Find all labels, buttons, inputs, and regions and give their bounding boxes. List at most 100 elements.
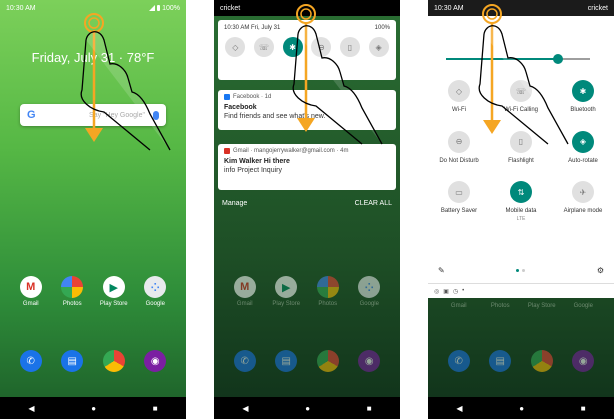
app-label: Gmail [450,303,467,309]
wifi-icon: ◇ [448,80,470,102]
quick-tile-airplane-mode[interactable]: ✈ Airplane mode [552,181,614,222]
home-icon[interactable]: ● [305,404,310,413]
app-label: Play Store [527,303,556,309]
app-gmail[interactable]: M Gmail [14,276,48,307]
notification-icons-strip: ◎ ▣ ◷ • [428,283,614,298]
app-photos[interactable]: Photos [483,300,517,309]
dock: ✆ ▤ ◉ [214,350,400,372]
quick-tile-battery-saver[interactable]: ▭ Battery Saver [428,181,490,222]
quick-tile-mobile-data[interactable]: ⇅ Mobile data LTE [490,181,552,222]
home-icon[interactable]: ● [519,404,524,413]
app-row: Gmail Photos Play Store Google [428,300,614,309]
home-icon[interactable]: ● [91,404,96,413]
quick-tile-flashlight[interactable]: ▯ Flashlight [490,130,552,166]
recents-icon[interactable]: ■ [367,404,372,413]
flashlight-icon[interactable]: ▯ [339,37,360,57]
page-indicator [516,269,526,272]
camera-icon[interactable]: ◉ [144,350,167,372]
edit-icon[interactable]: ✎ [438,266,445,275]
play-store-icon: ▶ [102,276,125,298]
camera-icon[interactable]: ◉ [572,350,595,372]
date-weather: Friday, July 31 · 78°F [31,50,155,65]
tile-label: Wi-Fi Calling [503,107,538,113]
quick-settings-expanded: 10:30 AM cricket ◇ Wi-Fi ☏ Wi-Fi Calling ✱ Blu… [428,0,614,283]
quick-tile-do-not-disturb[interactable]: ⊖ Do Not Disturb [428,130,490,166]
phone-icon[interactable]: ✆ [233,350,256,372]
tile-label: Battery Saver [440,208,478,214]
photos-icon [316,276,339,298]
mobile-data-icon: ⇅ [510,181,532,203]
carrier-bar: cricket [214,0,400,16]
nav-bar: ◀ ● ■ [214,397,400,419]
auto-rotate-icon[interactable]: ◈ [368,37,389,57]
app-photos[interactable]: Photos [311,276,345,307]
quick-tiles-grid: ◇ Wi-Fi ☏ Wi-Fi Calling ✱ Bluetooth ⊖ Do Not Di… [428,80,614,222]
dnd-icon[interactable]: ⊖ [311,37,332,57]
notification-source: Gmail · mangojerrywalker@gmail.com · 4m [233,148,349,154]
tile-label: Bluetooth [570,107,596,113]
back-icon[interactable]: ◀ [242,404,248,413]
chrome-icon[interactable] [530,350,553,372]
status-bar: 10:30 AM 100% [0,0,186,16]
notification-small-icon: • [462,288,465,294]
dock: ✆ ▤ ◉ [428,350,614,372]
phone-icon[interactable]: ✆ [19,350,42,372]
recents-icon[interactable]: ■ [581,404,586,413]
back-icon[interactable]: ◀ [456,404,462,413]
app-label: Photos [62,301,82,307]
settings-gear-icon[interactable]: ⚙ [597,266,604,275]
back-icon[interactable]: ◀ [28,404,34,413]
quick-tile-wi-fi[interactable]: ◇ Wi-Fi [428,80,490,115]
app-label: Google [359,301,379,307]
gmail-icon: M [19,276,42,298]
recents-icon[interactable]: ■ [153,404,158,413]
google-icon: ⁘ [144,276,167,298]
phone-icon[interactable]: ✆ [447,350,470,372]
messages-icon[interactable]: ▤ [275,350,298,372]
app-google[interactable]: ⁘ Google [138,276,172,307]
quick-settings-collapsed: 10:30 AM Fri, July 31 100% ◇ ☏ ✱ ⊖ ▯ ◈ [218,20,396,80]
app-gmail[interactable]: M Gmail [228,276,262,307]
app-label: Gmail [236,301,253,307]
carrier-name: cricket [587,4,608,12]
notification-gmail[interactable]: Gmail · mangojerrywalker@gmail.com · 4m … [218,144,396,190]
manage-button[interactable]: Manage [222,200,247,207]
google-icon: ⁘ [358,276,381,298]
quick-tile-auto-rotate[interactable]: ◈ Auto-rotate [552,130,614,166]
notification-facebook[interactable]: Facebook · 1d Facebook Find friends and … [218,90,396,130]
quick-tile-bluetooth[interactable]: ✱ Bluetooth [552,80,614,115]
bluetooth-icon[interactable]: ✱ [282,37,303,57]
app-google[interactable]: ⁘ Google [352,276,386,307]
brightness-slider[interactable] [446,54,590,64]
auto-rotate-icon: ◈ [572,130,594,153]
wifi-icon[interactable]: ◇ [225,37,246,57]
quick-settings-panel: 10:30 AM cricket ◇ Wi-Fi ☏ Wi-Fi Calling ✱ Blu… [428,0,614,419]
brightness-knob[interactable] [553,54,564,64]
app-label: Play Store [99,301,128,307]
nav-bar: ◀ ● ■ [0,397,186,419]
app-label: Photos [490,303,510,309]
clear-all-button[interactable]: CLEAR ALL [355,200,392,207]
wifi-calling-icon: ☏ [510,80,532,102]
camera-icon[interactable]: ◉ [358,350,381,372]
messages-icon[interactable]: ▤ [61,350,84,372]
airplane-icon: ✈ [572,181,594,203]
messages-icon[interactable]: ▤ [489,350,512,372]
tile-label: Auto-rotate [568,157,598,164]
wifi-calling-icon[interactable]: ☏ [253,37,274,57]
google-search-bar[interactable]: G Say "Hey Google" [20,104,166,126]
app-play-store[interactable]: Play Store [525,300,559,309]
tile-label: Wi-Fi [452,107,466,113]
chrome-icon[interactable] [102,350,125,372]
dock: ✆ ▤ ◉ [0,350,186,372]
status-time: 10:30 AM [6,4,36,12]
app-google[interactable]: Google [566,300,600,309]
quick-tile-wi-fi-calling[interactable]: ☏ Wi-Fi Calling [490,80,552,115]
chrome-icon[interactable] [316,350,339,372]
app-play-store[interactable]: ▶ Play Store [269,276,303,307]
app-gmail[interactable]: Gmail [442,300,476,309]
app-label: Google [145,301,165,307]
mic-icon[interactable] [153,110,159,120]
app-photos[interactable]: Photos [55,276,89,307]
app-play-store[interactable]: ▶ Play Store [97,276,131,307]
